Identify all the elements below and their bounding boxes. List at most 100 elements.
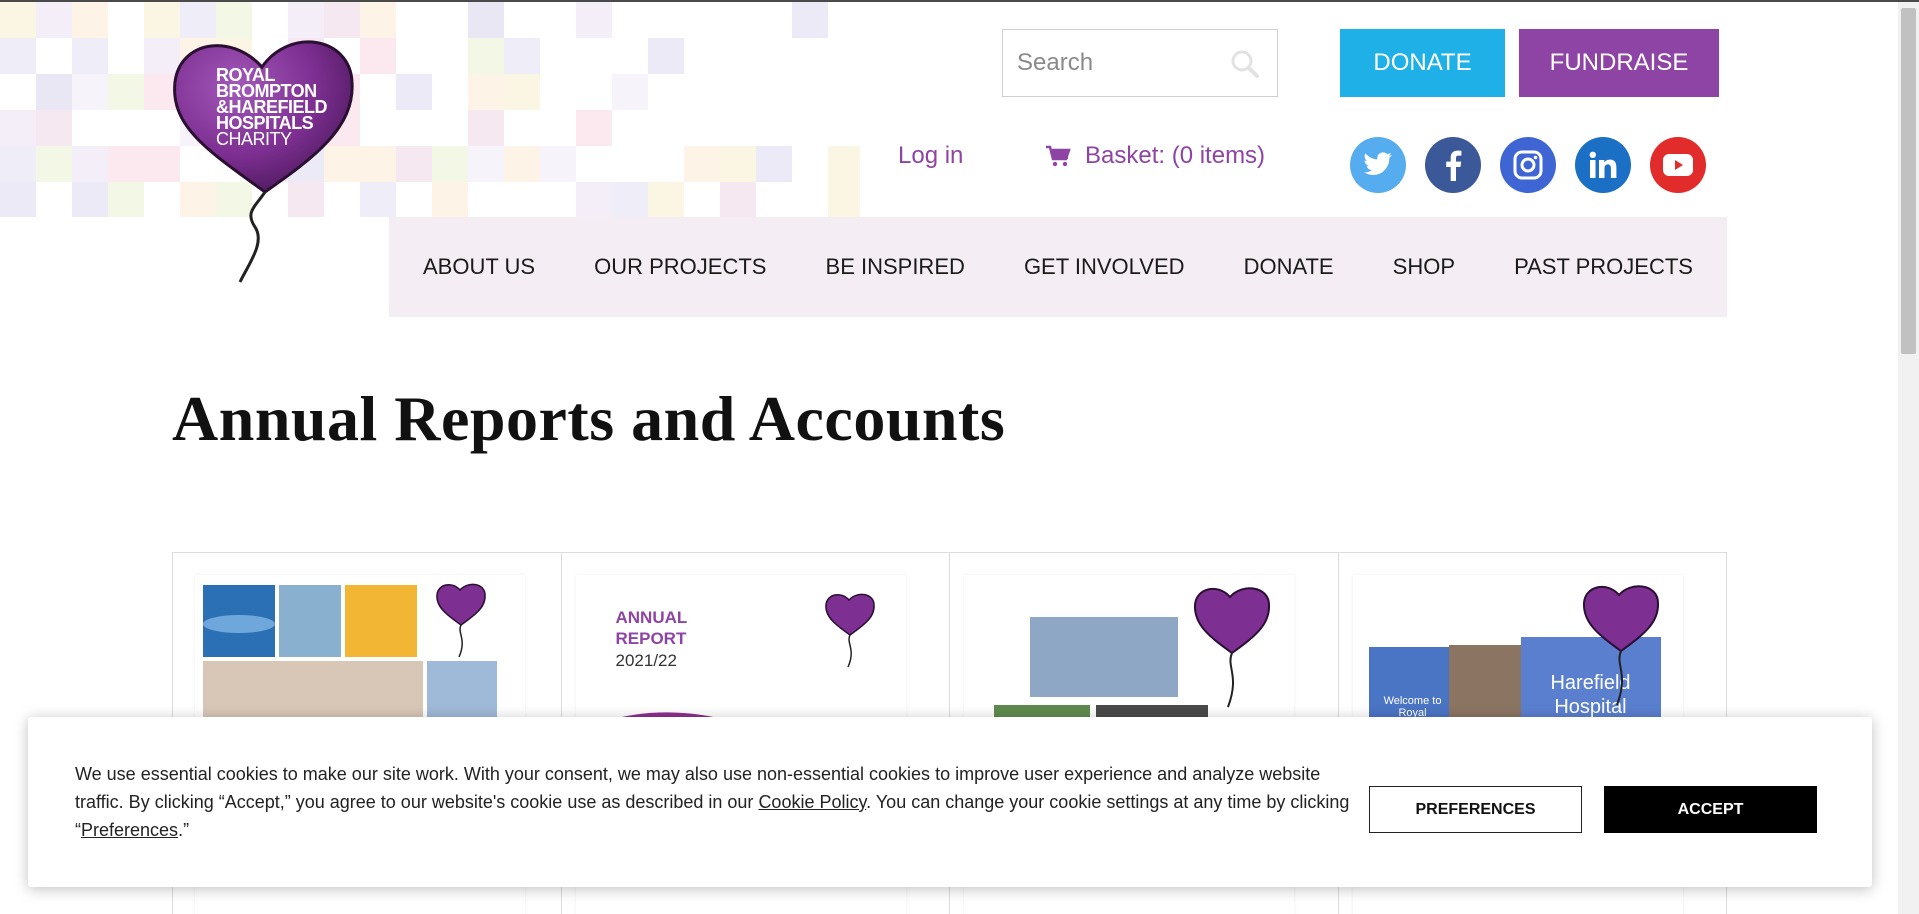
mosaic-tile — [432, 146, 468, 182]
nav-item-shop[interactable]: SHOP — [1393, 254, 1455, 280]
logo-wordmark: ROYAL BROMPTON &HAREFIELD HOSPITALS CHAR… — [216, 66, 346, 149]
mosaic-tile — [612, 74, 648, 110]
facebook-icon — [1446, 150, 1462, 181]
cover-year: 2021/22 — [615, 651, 677, 670]
mosaic-tile — [468, 110, 504, 146]
nav-item-our-projects[interactable]: OUR PROJECTS — [594, 254, 766, 280]
nav-item-get-involved[interactable]: GET INVOLVED — [1024, 254, 1185, 280]
mosaic-tile — [828, 146, 860, 182]
nav-item-past-projects[interactable]: PAST PROJECTS — [1514, 254, 1693, 280]
mosaic-tile — [396, 146, 432, 182]
cookie-text-part: .” — [178, 820, 190, 840]
linkedin-icon — [1589, 151, 1617, 178]
preferences-link[interactable]: Preferences — [81, 820, 178, 840]
donate-button[interactable]: DONATE — [1340, 29, 1505, 97]
heart-balloon-logo-icon — [824, 593, 875, 668]
search-box — [1002, 29, 1278, 97]
mosaic-tile — [72, 38, 108, 74]
mosaic-tile — [648, 182, 684, 217]
mosaic-tile — [648, 38, 684, 74]
mosaic-tile — [360, 146, 396, 182]
mosaic-tile — [72, 2, 108, 38]
mosaic-tile — [468, 2, 504, 38]
instagram-icon — [1513, 150, 1543, 180]
mosaic-tile — [648, 146, 684, 182]
mosaic-tile — [612, 182, 648, 217]
mosaic-tile — [108, 74, 144, 110]
main-navigation: ABOUT US OUR PROJECTS BE INSPIRED GET IN… — [389, 217, 1727, 317]
cookie-policy-link[interactable]: Cookie Policy — [758, 792, 866, 812]
heart-balloon-logo-icon — [436, 583, 486, 658]
twitter-link[interactable] — [1350, 137, 1406, 193]
mosaic-tile — [792, 2, 828, 38]
accept-button[interactable]: ACCEPT — [1604, 786, 1817, 833]
mosaic-tile — [36, 182, 72, 217]
mosaic-tile — [576, 110, 612, 146]
mosaic-tile — [468, 146, 504, 182]
search-icon[interactable] — [1229, 48, 1261, 80]
mosaic-tile — [36, 2, 72, 38]
mosaic-tile — [108, 182, 144, 217]
twitter-icon — [1364, 152, 1392, 175]
mosaic-tile — [828, 182, 860, 217]
mosaic-tile — [468, 38, 504, 74]
charity-logo[interactable]: ROYAL BROMPTON &HAREFIELD HOSPITALS CHAR… — [170, 32, 360, 292]
login-link[interactable]: Log in — [898, 142, 963, 170]
mosaic-tile — [468, 74, 504, 110]
decorative-mosaic — [0, 2, 860, 217]
mosaic-tile — [36, 146, 72, 182]
cover-heading: ANNUAL REPORT — [615, 608, 687, 648]
mosaic-tile — [720, 182, 756, 217]
mosaic-tile — [360, 182, 396, 217]
cover-photo — [1030, 617, 1178, 697]
nav-item-donate[interactable]: DONATE — [1244, 254, 1334, 280]
mosaic-tile — [72, 74, 108, 110]
mosaic-tile — [72, 182, 108, 217]
mosaic-tile — [504, 146, 540, 182]
mosaic-tile — [36, 110, 72, 146]
mosaic-tile — [36, 38, 72, 74]
nav-item-about-us[interactable]: ABOUT US — [423, 254, 535, 280]
cover-photo — [279, 585, 341, 657]
preferences-button[interactable]: PREFERENCES — [1369, 786, 1582, 833]
mosaic-tile — [540, 146, 576, 182]
mosaic-tile — [72, 146, 108, 182]
mosaic-tile — [0, 110, 36, 146]
youtube-link[interactable] — [1650, 137, 1706, 193]
mosaic-tile — [504, 74, 540, 110]
facebook-link[interactable] — [1425, 137, 1481, 193]
mosaic-tile — [108, 146, 144, 182]
search-input[interactable] — [1003, 30, 1223, 96]
cart-icon — [1046, 145, 1071, 167]
cookie-message: We use essential cookies to make our sit… — [75, 760, 1365, 844]
instagram-link[interactable] — [1500, 137, 1556, 193]
mosaic-tile — [720, 146, 756, 182]
mosaic-tile — [432, 182, 468, 217]
youtube-icon — [1663, 154, 1693, 176]
nav-item-be-inspired[interactable]: BE INSPIRED — [826, 254, 965, 280]
mosaic-tile — [0, 74, 36, 110]
basket-link[interactable]: Basket: (0 items) — [1045, 142, 1265, 170]
mosaic-tile — [0, 38, 36, 74]
cover-tile — [345, 585, 417, 657]
mosaic-tile — [396, 74, 432, 110]
vertical-scrollbar[interactable] — [1898, 2, 1919, 914]
mosaic-tile — [360, 38, 396, 74]
logo-line: CHARITY — [216, 129, 292, 149]
heart-balloon-logo-icon — [1582, 585, 1659, 706]
mosaic-tile — [684, 146, 720, 182]
mosaic-tile — [504, 38, 540, 74]
mosaic-tile — [360, 2, 396, 38]
cover-tile — [203, 615, 275, 633]
mosaic-tile — [0, 146, 36, 182]
scrollbar-thumb[interactable] — [1901, 8, 1916, 354]
cookie-banner: We use essential cookies to make our sit… — [28, 717, 1872, 887]
heart-balloon-logo-icon — [1193, 587, 1271, 708]
fundraise-button[interactable]: FUNDRAISE — [1519, 29, 1719, 97]
linkedin-link[interactable] — [1575, 137, 1631, 193]
mosaic-tile — [0, 2, 36, 38]
mosaic-tile — [576, 182, 612, 217]
basket-label: Basket: (0 items) — [1085, 142, 1266, 169]
mosaic-tile — [576, 2, 612, 38]
mosaic-tile — [0, 182, 36, 217]
